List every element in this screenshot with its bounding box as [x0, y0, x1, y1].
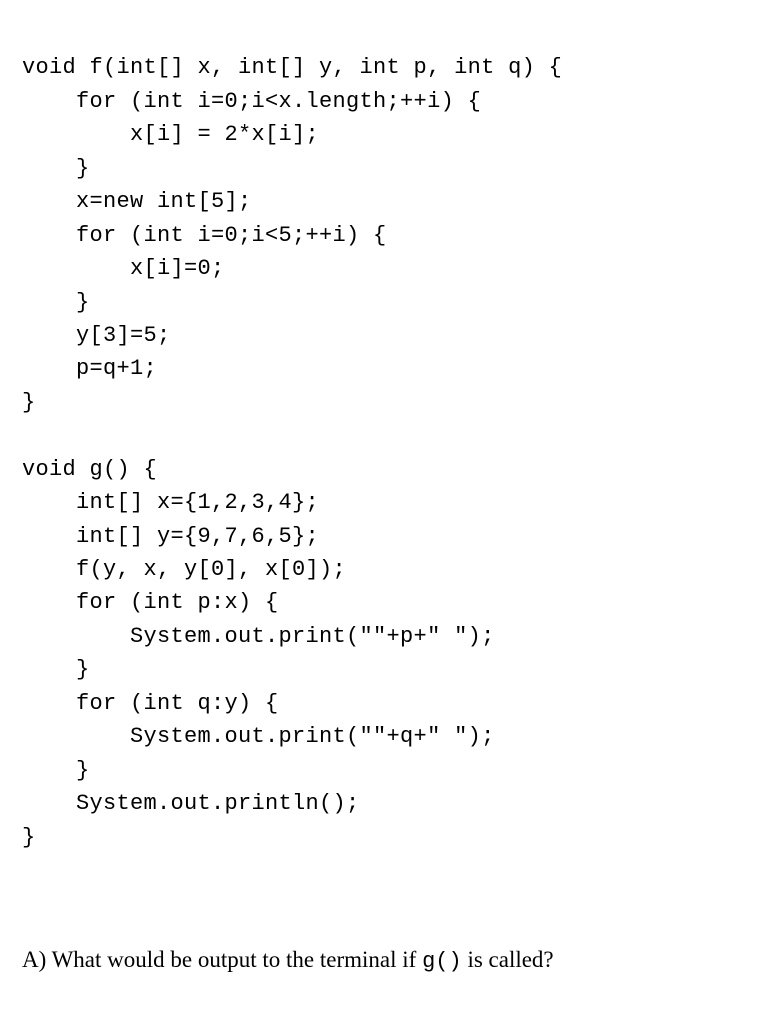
code-line: y[3]=5;	[22, 323, 171, 348]
code-line: }	[22, 758, 90, 783]
code-line: int[] x={1,2,3,4};	[22, 490, 319, 515]
code-line: for (int i=0;i<5;++i) {	[22, 223, 387, 248]
code-line: void f(int[] x, int[] y, int p, int q) {	[22, 55, 562, 80]
code-line: f(y, x, y[0], x[0]);	[22, 557, 346, 582]
code-line: x=new int[5];	[22, 189, 252, 214]
code-line: System.out.print(""+p+" ");	[22, 624, 495, 649]
code-line: int[] y={9,7,6,5};	[22, 524, 319, 549]
code-line: }	[22, 657, 90, 682]
code-block: void f(int[] x, int[] y, int p, int q) {…	[22, 18, 756, 854]
code-line: for (int q:y) {	[22, 691, 279, 716]
code-line: p=q+1;	[22, 356, 157, 381]
question-prefix: A) What would be output to the terminal …	[22, 947, 422, 972]
code-line: }	[22, 156, 90, 181]
code-line: for (int i=0;i<x.length;++i) {	[22, 89, 481, 114]
code-line: System.out.println();	[22, 791, 360, 816]
question-code-ref: g()	[422, 949, 462, 974]
question-text: A) What would be output to the terminal …	[22, 944, 756, 978]
code-line: x[i] = 2*x[i];	[22, 122, 319, 147]
code-line: System.out.print(""+q+" ");	[22, 724, 495, 749]
code-line: x[i]=0;	[22, 256, 225, 281]
code-line: }	[22, 290, 90, 315]
code-line: }	[22, 825, 36, 850]
code-line: for (int p:x) {	[22, 590, 279, 615]
question-suffix: is called?	[462, 947, 554, 972]
code-line: }	[22, 390, 36, 415]
code-line: void g() {	[22, 457, 157, 482]
